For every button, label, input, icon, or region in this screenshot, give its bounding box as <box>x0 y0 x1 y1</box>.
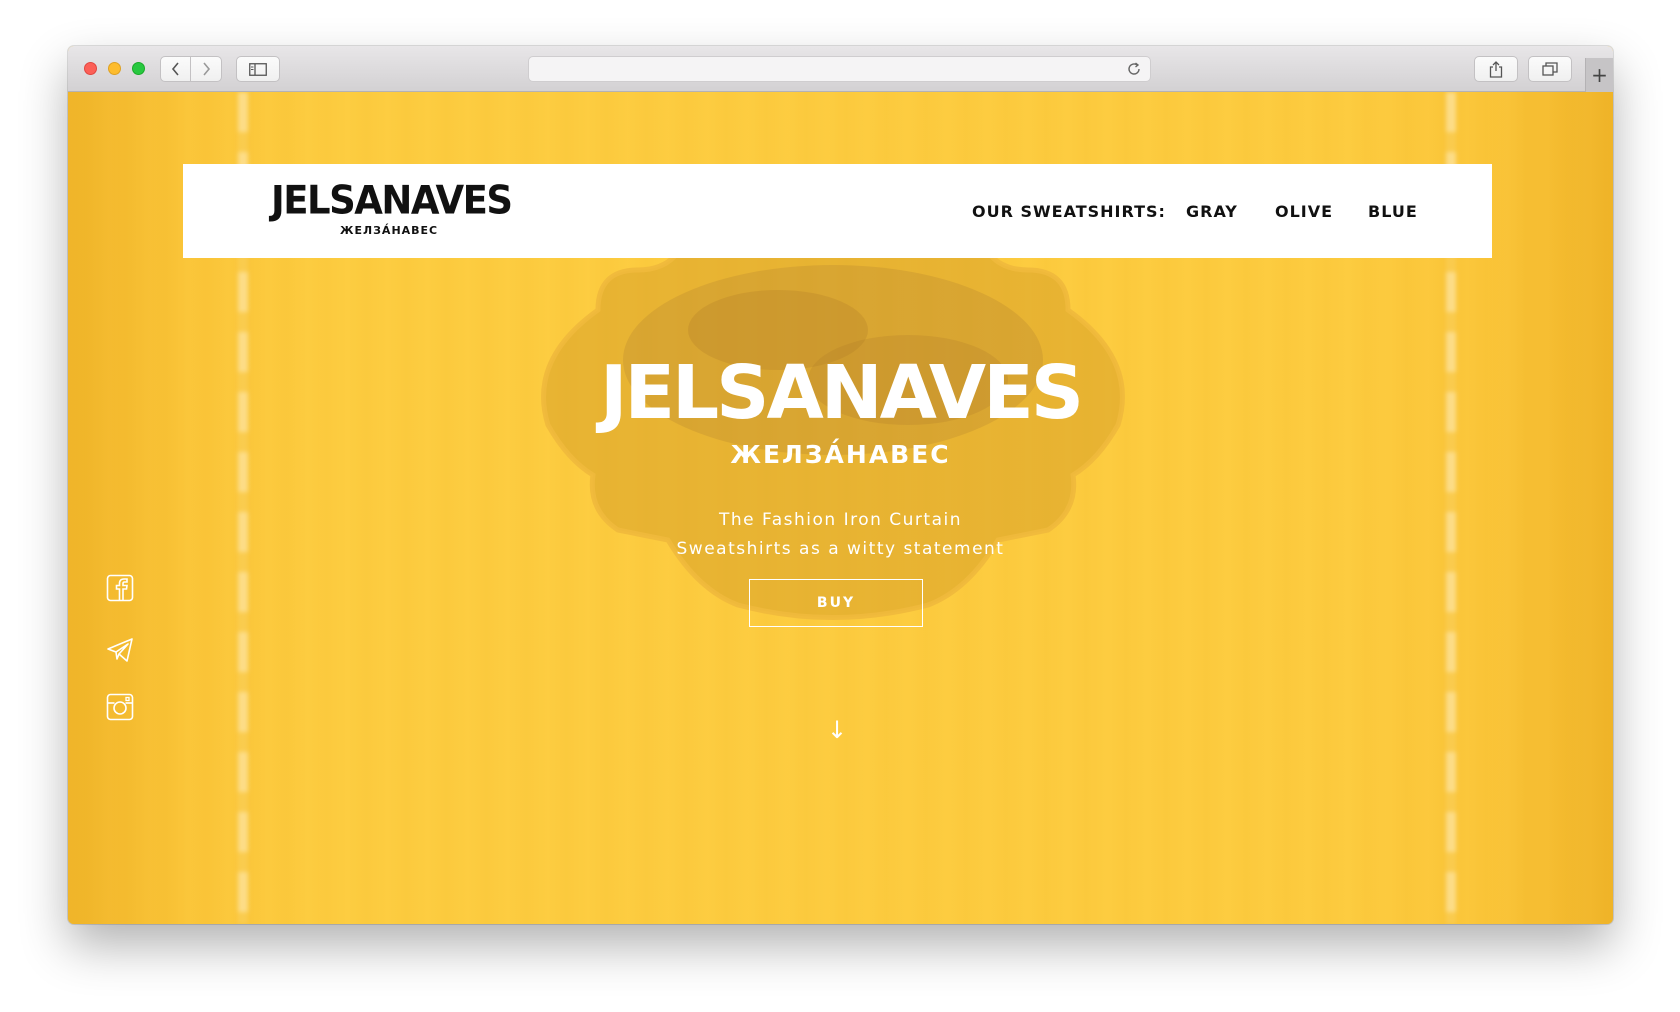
back-button[interactable] <box>160 56 191 82</box>
address-bar[interactable] <box>528 56 1151 82</box>
hero-tagline: The Fashion Iron Curtain <box>718 510 962 530</box>
chevron-left-icon <box>171 62 179 76</box>
logo[interactable]: JELSANAVES <box>271 178 513 223</box>
nav-item-gray[interactable]: GRAY <box>1186 202 1238 221</box>
nav-item-blue[interactable]: BLUE <box>1368 202 1418 221</box>
minimize-window-button[interactable] <box>108 62 121 75</box>
share-icon <box>1489 60 1503 78</box>
forward-button[interactable] <box>191 56 222 82</box>
reload-icon[interactable] <box>1126 61 1142 77</box>
chevron-right-icon <box>203 62 211 76</box>
sidebar-icon <box>249 62 267 76</box>
maximize-window-button[interactable] <box>132 62 145 75</box>
share-button[interactable] <box>1474 56 1518 82</box>
buy-button[interactable]: BUY <box>749 579 923 627</box>
scroll-down-icon[interactable]: ↓ <box>827 716 847 744</box>
close-window-button[interactable] <box>84 62 97 75</box>
browser-toolbar: + <box>68 46 1613 92</box>
plus-icon: + <box>1591 63 1608 87</box>
telegram-icon[interactable] <box>106 636 134 664</box>
tabs-icon <box>1542 62 1558 76</box>
facebook-icon[interactable] <box>106 574 134 602</box>
hero-subtitle: ЖЕЛЗА́НАВЕС <box>730 440 951 469</box>
site-header: JELSANAVES ЖЕЛЗА́НАВЕС OUR SWEATSHIRTS: … <box>183 164 1492 258</box>
instagram-icon[interactable] <box>106 693 134 721</box>
sidebar-toggle-button[interactable] <box>236 56 280 82</box>
web-page: JELSANAVES ЖЕЛЗА́НАВЕС OUR SWEATSHIRTS: … <box>68 92 1613 924</box>
nav-label: OUR SWEATSHIRTS: <box>972 202 1166 221</box>
show-tabs-button[interactable] <box>1528 56 1572 82</box>
logo-subtitle: ЖЕЛЗА́НАВЕС <box>340 224 439 237</box>
nav-item-olive[interactable]: OLIVE <box>1275 202 1333 221</box>
new-tab-button[interactable]: + <box>1585 58 1613 92</box>
hero-title: JELSANAVES <box>599 350 1084 436</box>
hero-tagline-secondary: Sweatshirts as a witty statement <box>676 539 1005 559</box>
browser-window: + JELSANAVES ЖЕЛЗА́НАВЕС OUR SWEATSHIRTS… <box>68 46 1613 924</box>
